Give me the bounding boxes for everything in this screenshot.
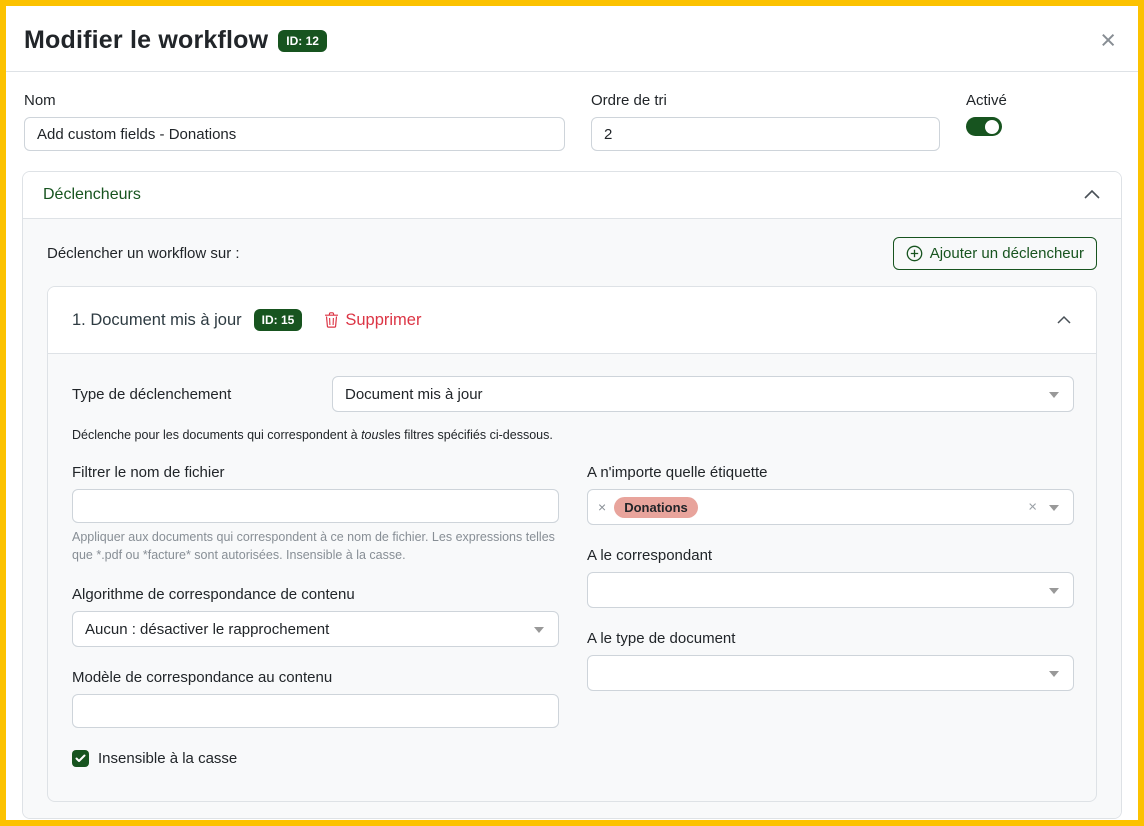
right-column: A n'importe quelle étiquette × Donations… <box>587 464 1074 767</box>
triggers-section-body: Déclencher un workflow sur : Ajouter un … <box>23 218 1121 818</box>
case-insensitive-label: Insensible à la casse <box>98 750 237 767</box>
trigger-type-value: Document mis à jour <box>345 386 483 403</box>
check-icon <box>75 754 86 763</box>
document-type-select[interactable] <box>587 655 1074 691</box>
trigger-card: 1. Document mis à jour ID: 15 Supprimer <box>47 286 1097 802</box>
trigger-card-body: Type de déclenchement Document mis à jou… <box>48 354 1096 801</box>
sort-order-field-group: Ordre de tri <box>591 92 940 151</box>
sort-order-input[interactable] <box>591 117 940 151</box>
dialog-title: Modifier le workflow <box>24 26 268 55</box>
toggle-knob <box>985 120 999 134</box>
delete-trigger-button[interactable]: Supprimer <box>324 311 421 330</box>
correspondent-filter-label: A le correspondant <box>587 547 1074 564</box>
trigger-type-row: Type de déclenchement Document mis à jou… <box>72 376 1074 412</box>
dropdown-caret-icon <box>1049 671 1059 677</box>
trigger-type-select[interactable]: Document mis à jour <box>332 376 1074 412</box>
document-type-filter-label: A le type de document <box>587 630 1074 647</box>
triggers-section-title: Déclencheurs <box>43 186 141 204</box>
triggers-intro-text: Déclencher un workflow sur : <box>47 245 240 262</box>
filename-filter-input[interactable] <box>72 489 559 523</box>
add-trigger-label: Ajouter un déclencheur <box>930 245 1084 262</box>
trigger-type-label: Type de déclenchement <box>72 386 332 403</box>
clear-all-icon[interactable]: × <box>1028 499 1037 516</box>
collapse-trigger-button[interactable] <box>1056 313 1072 328</box>
workflow-id-badge: ID: 12 <box>278 30 327 52</box>
filename-filter-group: Filtrer le nom de fichier Appliquer aux … <box>72 464 559 564</box>
filename-filter-hint: Appliquer aux documents qui corresponden… <box>72 528 559 564</box>
triggers-section-header[interactable]: Déclencheurs <box>23 172 1121 218</box>
dropdown-caret-icon <box>1049 505 1059 511</box>
match-algorithm-group: Algorithme de correspondance de contenu … <box>72 586 559 647</box>
trigger-title: 1. Document mis à jour <box>72 311 242 330</box>
name-field-group: Nom <box>24 92 565 151</box>
left-column: Filtrer le nom de fichier Appliquer aux … <box>72 464 559 767</box>
trash-icon <box>324 312 339 328</box>
collapse-triggers-button[interactable] <box>1083 188 1101 203</box>
match-algorithm-value: Aucun : désactiver le rapprochement <box>85 621 329 638</box>
tags-filter-label: A n'importe quelle étiquette <box>587 464 1074 481</box>
chevron-up-icon <box>1083 188 1101 203</box>
triggers-intro-row: Déclencher un workflow sur : Ajouter un … <box>47 237 1097 270</box>
workflow-general-form: Nom Ordre de tri Activé <box>6 72 1138 171</box>
tags-select[interactable]: × Donations × <box>587 489 1074 525</box>
enabled-field-group: Activé <box>966 92 1120 151</box>
delete-trigger-label: Supprimer <box>345 311 421 330</box>
enabled-toggle[interactable] <box>966 117 1002 136</box>
tags-filter-group: A n'importe quelle étiquette × Donations… <box>587 464 1074 525</box>
trigger-id-badge: ID: 15 <box>254 309 303 331</box>
name-label: Nom <box>24 92 565 109</box>
sort-order-label: Ordre de tri <box>591 92 940 109</box>
dropdown-caret-icon <box>1049 588 1059 594</box>
correspondent-select[interactable] <box>587 572 1074 608</box>
trigger-filter-columns: Filtrer le nom de fichier Appliquer aux … <box>72 464 1074 767</box>
dropdown-caret-icon <box>1049 392 1059 398</box>
match-algorithm-label: Algorithme de correspondance de contenu <box>72 586 559 603</box>
match-pattern-label: Modèle de correspondance au contenu <box>72 669 559 686</box>
chevron-up-icon <box>1056 313 1072 328</box>
filename-filter-label: Filtrer le nom de fichier <box>72 464 559 481</box>
correspondent-filter-group: A le correspondant <box>587 547 1074 608</box>
dialog-header: Modifier le workflow ID: 12 × <box>6 6 1138 72</box>
match-note: Déclenche pour les documents qui corresp… <box>72 428 1074 442</box>
tag-pill-donations: Donations <box>614 497 698 518</box>
edit-workflow-dialog: Modifier le workflow ID: 12 × Nom Ordre … <box>6 6 1138 820</box>
document-type-filter-group: A le type de document <box>587 630 1074 691</box>
case-insensitive-group: Insensible à la casse <box>72 750 559 767</box>
plus-circle-icon <box>906 245 923 262</box>
match-pattern-group: Modèle de correspondance au contenu <box>72 669 559 728</box>
case-insensitive-checkbox[interactable] <box>72 750 89 767</box>
name-input[interactable] <box>24 117 565 151</box>
add-trigger-button[interactable]: Ajouter un déclencheur <box>893 237 1097 270</box>
triggers-section: Déclencheurs Déclencher un workflow sur … <box>22 171 1122 819</box>
match-algorithm-select[interactable]: Aucun : désactiver le rapprochement <box>72 611 559 647</box>
trigger-card-header[interactable]: 1. Document mis à jour ID: 15 Supprimer <box>48 287 1096 354</box>
dropdown-caret-icon <box>534 627 544 633</box>
match-pattern-input[interactable] <box>72 694 559 728</box>
remove-tag-icon[interactable]: × <box>598 499 606 515</box>
enabled-label: Activé <box>966 92 1120 109</box>
close-icon[interactable]: × <box>1096 27 1120 54</box>
